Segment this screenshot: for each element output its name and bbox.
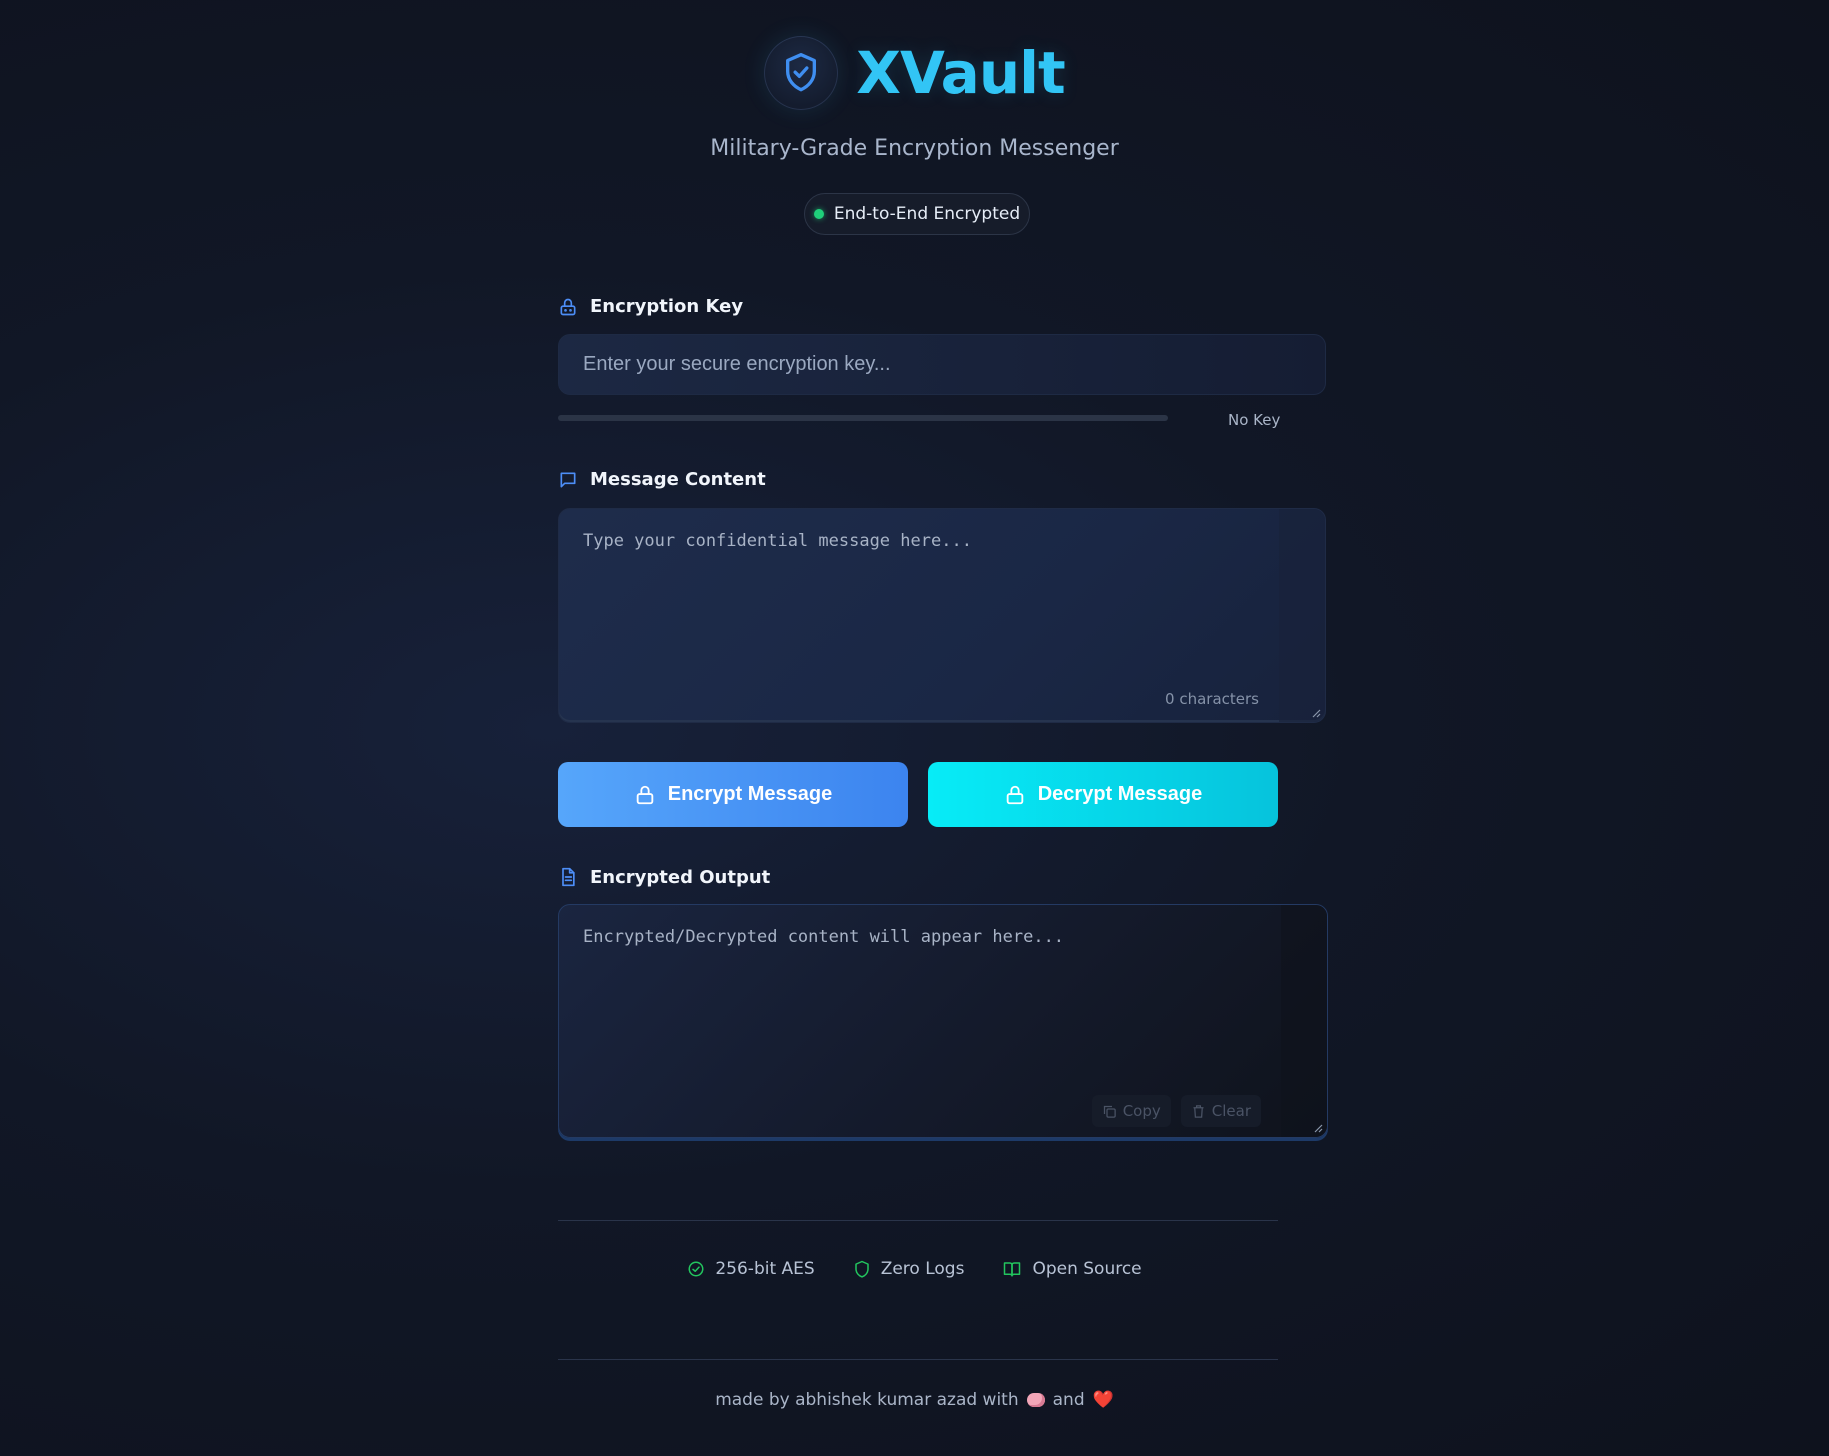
encrypted-output-label-text: Encrypted Output [590,866,771,888]
heart-icon: ❤️ [1092,1390,1114,1410]
credit-and: and [1052,1390,1085,1410]
decrypt-button[interactable]: Decrypt Message [928,762,1278,827]
brain-icon [1026,1393,1045,1407]
lock-icon [560,298,576,315]
brand-header: XVault [0,36,1829,110]
feature-list: 256-bit AES Zero Logs Open Source [0,1259,1829,1279]
encrypt-button[interactable]: Encrypt Message [558,762,908,827]
feature-zero-logs: Zero Logs [853,1259,965,1279]
output-actions: Copy Clear [1091,1095,1261,1127]
encryption-key-label-text: Encryption Key [590,296,744,317]
clear-button[interactable]: Clear [1180,1095,1261,1127]
feature-open-source: Open Source [1002,1259,1142,1279]
chat-bubble-icon [560,472,576,487]
output-scrollbar[interactable] [1281,905,1327,1137]
status-text: End-to-End Encrypted [833,204,1021,224]
message-content-label-text: Message Content [590,469,766,490]
app-title: XVault [856,39,1065,107]
copy-button-label: Copy [1122,1102,1161,1120]
app-subtitle: Military-Grade Encryption Messenger [710,136,1119,161]
shield-icon [854,1260,869,1278]
encryption-key-label: Encryption Key [558,296,743,317]
decrypt-button-label: Decrypt Message [1037,783,1203,805]
resize-handle-icon[interactable] [1313,1123,1323,1133]
book-icon [1004,1262,1021,1277]
copy-button[interactable]: Copy [1091,1095,1171,1127]
document-icon [562,867,575,887]
clear-button-label: Clear [1211,1102,1251,1120]
check-circle-icon [688,1261,704,1277]
trash-icon [1193,1104,1204,1118]
feature-zero-logs-label: Zero Logs [880,1259,965,1279]
encryption-status-badge: End-to-End Encrypted [804,193,1030,235]
divider [558,1359,1278,1360]
message-scrollbar[interactable] [1279,509,1325,722]
status-dot-icon [813,209,824,219]
app-root: XVault Military-Grade Encryption Messeng… [0,0,1829,1456]
resize-handle-icon[interactable] [1311,708,1321,718]
shield-check-icon [764,36,839,110]
key-strength-bar [558,415,1168,421]
lock-icon [636,785,653,804]
feature-open-source-label: Open Source [1032,1259,1142,1279]
character-count: 0 characters [1165,690,1259,708]
message-box: 0 characters [558,508,1326,723]
feature-aes: 256-bit AES [687,1259,815,1279]
unlock-icon [1006,785,1023,804]
footer-credit: made by abhishek kumar azad with and ❤️ [0,1390,1829,1410]
key-strength-label: No Key [1228,411,1281,429]
encryption-key-input[interactable] [558,334,1326,395]
credit-text: made by abhishek kumar azad with [715,1390,1019,1410]
output-box: Copy Clear [558,904,1328,1138]
encrypted-output-label: Encrypted Output [558,866,770,888]
message-content-label: Message Content [558,469,766,490]
feature-aes-label: 256-bit AES [715,1259,815,1279]
encrypt-button-label: Encrypt Message [667,783,833,805]
copy-icon [1103,1105,1116,1118]
divider [558,1220,1278,1221]
